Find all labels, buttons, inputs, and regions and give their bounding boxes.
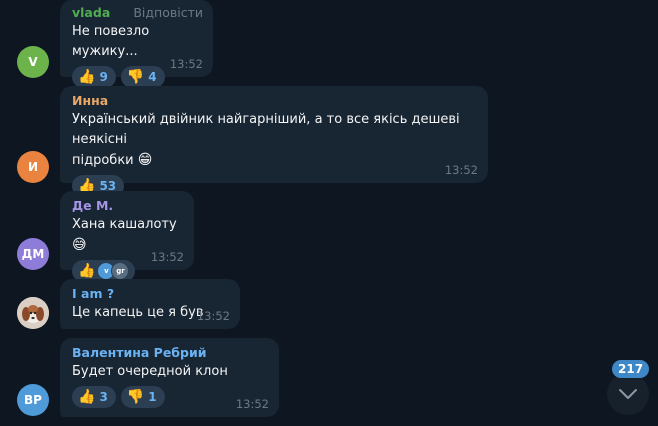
message-bubble[interactable]: Де М. Хана кашалоту 😅 👍 v gr 13:52 xyxy=(60,191,194,282)
reply-link[interactable]: Відповісти xyxy=(133,4,203,22)
reaction-thumbs-up[interactable]: 👍 3 xyxy=(72,386,116,408)
thumbs-down-icon: 👎 xyxy=(126,389,145,405)
reaction-count: 1 xyxy=(148,390,157,404)
avatar[interactable]: ВР xyxy=(17,384,49,416)
avatar-initials: И xyxy=(27,160,39,174)
message-time: 13:52 xyxy=(150,250,184,264)
thumbs-down-icon: 👎 xyxy=(126,69,145,85)
reaction-thumbs-down[interactable]: 👎 1 xyxy=(120,386,165,408)
sweat-smile-emoji-icon: 😅 xyxy=(72,237,87,253)
message-text-part: Хана кашалоту xyxy=(72,217,177,232)
message-text-part: підробки xyxy=(72,153,134,168)
message-time: 13:52 xyxy=(444,163,478,177)
unread-count-badge: 217 xyxy=(612,360,650,378)
reaction-count: 4 xyxy=(148,70,157,84)
message-text-line: підробки 😁 xyxy=(72,150,478,171)
avatar-initials: V xyxy=(28,55,38,69)
author-name[interactable]: Де М. xyxy=(72,197,184,215)
message-text: Будет очередной клон xyxy=(72,364,228,379)
thumbs-up-icon: 👍 xyxy=(78,389,96,405)
reactor-avatar: gr xyxy=(111,262,130,280)
message-text-line: Український двійник найгарніший, а то вс… xyxy=(72,112,460,147)
reaction-count: 3 xyxy=(99,390,108,404)
avatar[interactable]: И xyxy=(17,151,49,183)
avatar-initials: ДМ xyxy=(21,247,45,261)
message-bubble[interactable]: I am ? Це капець це я був 13:52 xyxy=(60,279,240,329)
chevron-down-icon xyxy=(619,389,637,399)
reactor-initial: gr xyxy=(116,267,125,275)
avatar-initials: ВР xyxy=(24,393,42,407)
grinning-emoji-icon: 😁 xyxy=(137,152,153,168)
scroll-down-button[interactable] xyxy=(607,373,649,415)
reaction-thumbs-down[interactable]: 👎 4 xyxy=(120,66,165,88)
author-name[interactable]: Инна xyxy=(72,92,478,110)
author-name[interactable]: Валентина Ребрий xyxy=(72,344,269,362)
avatar[interactable]: V xyxy=(17,46,49,78)
message-text: Український двійник найгарніший, а то вс… xyxy=(72,110,478,171)
message-bubble[interactable]: Валентина Ребрий Будет очередной клон 👍 … xyxy=(60,338,279,417)
reactor-initial: v xyxy=(104,267,109,275)
avatar[interactable]: ДМ xyxy=(17,238,49,270)
message-time: 13:52 xyxy=(196,309,230,323)
message-text: Не повезло мужику... xyxy=(72,24,150,59)
message-bubble[interactable]: Инна Український двійник найгарніший, а … xyxy=(60,86,488,197)
thumbs-up-icon: 👍 xyxy=(78,69,96,85)
message-bubble[interactable]: vlada Відповісти Не повезло мужику... 👍 … xyxy=(60,0,213,88)
avatar[interactable] xyxy=(17,297,49,329)
thumbs-up-icon: 👍 xyxy=(78,263,96,279)
reaction-thumbs-up[interactable]: 👍 9 xyxy=(72,66,116,88)
author-name[interactable]: I am ? xyxy=(72,285,230,303)
message-time: 13:52 xyxy=(169,57,203,71)
message-time: 13:52 xyxy=(235,397,269,411)
reaction-count: 9 xyxy=(99,70,108,84)
dog-photo-icon xyxy=(17,297,49,329)
